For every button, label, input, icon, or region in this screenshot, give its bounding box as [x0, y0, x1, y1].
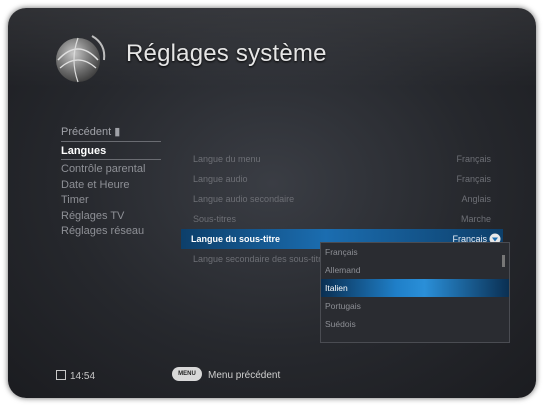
- scrollbar[interactable]: [502, 255, 505, 267]
- divider: [61, 140, 161, 142]
- clock-icon: [56, 370, 66, 380]
- footer-bar: 14:54 MENU Menu précédent: [8, 358, 536, 398]
- clock: 14:54: [56, 370, 95, 382]
- settings-row[interactable]: Langue audio Français: [183, 169, 503, 189]
- menu-previous-label: Menu précédent: [208, 370, 281, 381]
- settings-row[interactable]: Langue du menu Français: [183, 149, 503, 169]
- setting-value: Français: [456, 154, 491, 164]
- dropdown-option[interactable]: Portugais: [321, 297, 509, 315]
- page-title: Réglages système: [126, 40, 327, 67]
- setting-value: Anglais: [461, 194, 491, 204]
- dropdown-option[interactable]: Italien: [321, 279, 509, 297]
- setting-value: Français: [456, 174, 491, 184]
- setting-label: Langue du sous-titre: [191, 234, 281, 244]
- previous-button[interactable]: Précédent ▮: [61, 125, 161, 141]
- setting-label: Sous-titres: [193, 214, 237, 224]
- globe-logo-icon: [48, 30, 112, 86]
- arrow-icon: ▮: [114, 126, 121, 138]
- left-menu-item[interactable]: Timer: [61, 193, 161, 209]
- left-menu-item[interactable]: Réglages TV: [61, 209, 161, 225]
- setting-label: Langue secondaire des sous-titres: [193, 254, 331, 264]
- setting-label: Langue audio secondaire: [193, 194, 295, 204]
- setting-value: Marche: [460, 214, 491, 224]
- divider: [61, 159, 161, 160]
- dropdown-option[interactable]: Français: [321, 243, 509, 261]
- language-dropdown[interactable]: Français Allemand Italien Portugais Suédois: [320, 242, 510, 343]
- left-menu-item[interactable]: Réglages réseau: [61, 224, 161, 240]
- tv-screen: Réglages système Précédent ▮ Langues Cont…: [8, 8, 536, 398]
- left-menu-item[interactable]: Langues: [61, 144, 161, 160]
- dropdown-option[interactable]: Suédois: [321, 315, 509, 333]
- setting-label: Langue du menu: [193, 154, 261, 164]
- settings-row[interactable]: Sous-titres Marche: [183, 209, 503, 229]
- setting-label: Langue audio: [193, 174, 248, 184]
- menu-button-icon: MENU: [172, 367, 202, 381]
- settings-row[interactable]: Langue audio secondaire Anglais: [183, 189, 503, 209]
- left-menu: Précédent ▮ Langues Contrôle parental Date…: [61, 125, 161, 240]
- left-menu-item[interactable]: Date et Heure: [61, 178, 161, 194]
- dropdown-option[interactable]: Allemand: [321, 261, 509, 279]
- left-menu-item[interactable]: Contrôle parental: [61, 162, 161, 178]
